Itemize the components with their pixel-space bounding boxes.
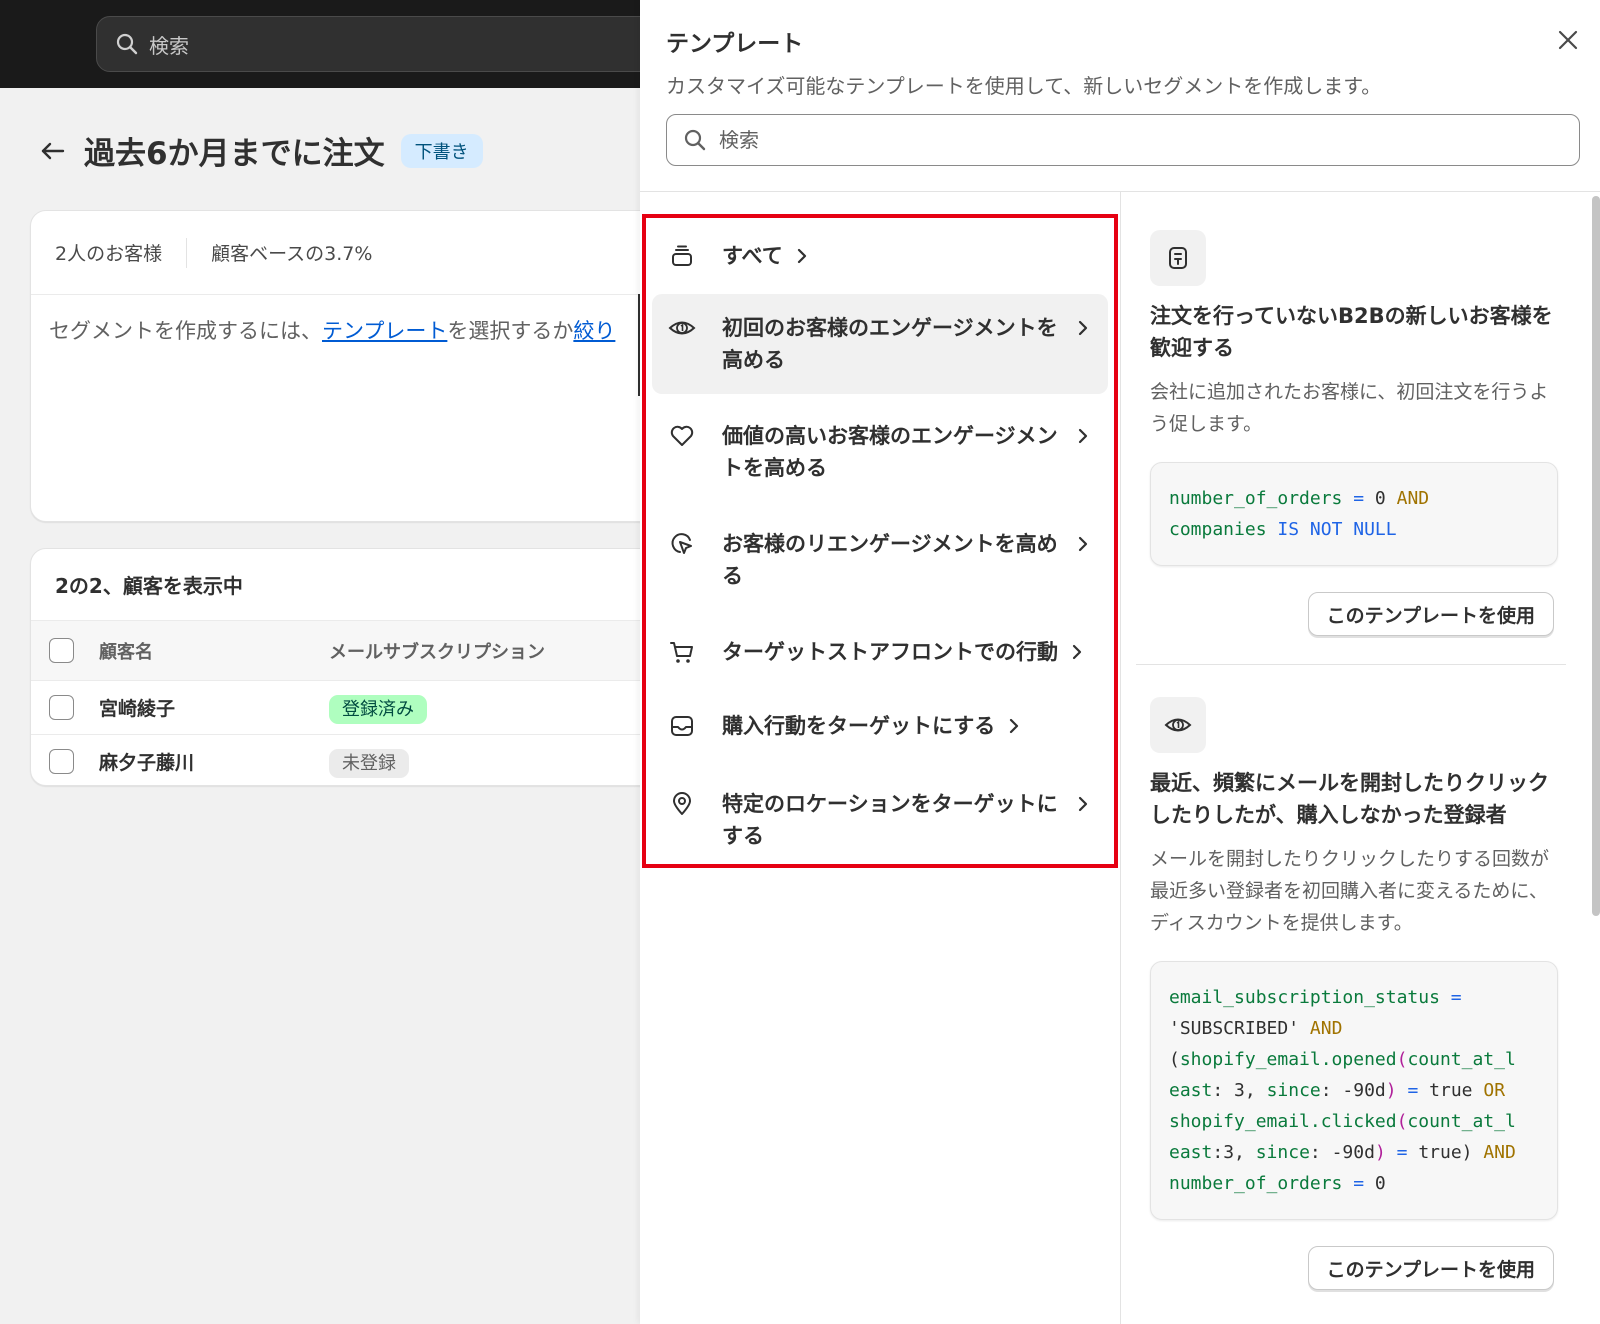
heart-icon — [670, 425, 694, 446]
template-search-field[interactable] — [666, 114, 1580, 166]
customer-name[interactable]: 宮崎綾子 — [99, 694, 175, 721]
status-badge: 下書き — [400, 133, 483, 168]
page-title: 過去6か月までに注文 — [84, 136, 385, 172]
category-label: 購入行動をターゲットにする — [722, 714, 996, 738]
subscription-badge: 未登録 — [329, 748, 409, 778]
use-template-button[interactable]: このテンプレートを使用 — [1307, 592, 1554, 636]
template-description: メールを開封したりクリックしたりする回数が最近多い登録者を初回購入者に変えるため… — [1150, 848, 1550, 934]
subscription-badge: 登録済み — [329, 694, 427, 724]
category-item-purchase-behavior[interactable]: 購入行動をターゲットにする — [652, 694, 1108, 764]
category-label: ターゲットストアフロントでの行動 — [722, 640, 1058, 664]
panel-header: テンプレート カスタマイズ可能なテンプレートを使用して、新しいセグメントを作成し… — [640, 0, 1600, 192]
template-link[interactable]: テンプレート — [322, 319, 447, 343]
location-pin-icon — [673, 792, 691, 815]
category-label: お客様のリエンゲージメントを高める — [722, 532, 1058, 588]
customer-name[interactable]: 麻夕子藤川 — [99, 748, 194, 775]
chevron-right-icon — [1078, 320, 1088, 336]
column-header-subscription[interactable]: メールサブスクリプション — [329, 638, 545, 664]
chevron-right-icon — [1078, 796, 1088, 812]
global-search-placeholder: 検索 — [149, 33, 189, 58]
customer-base-share: 顧客ベースの3.7% — [211, 243, 373, 265]
filter-link[interactable]: 絞り — [573, 319, 615, 343]
chevron-right-icon — [797, 248, 806, 264]
template-icon-box — [1150, 230, 1206, 286]
column-divider — [1120, 192, 1121, 1324]
segment-stats: 2人のお客様 顧客ベースの3.7% — [31, 211, 640, 295]
table-row[interactable]: 宮崎綾子 登録済み — [31, 681, 640, 735]
select-all-checkbox[interactable] — [49, 638, 74, 663]
row-checkbox[interactable] — [49, 749, 74, 774]
b2b-icon — [1169, 247, 1187, 269]
customer-list-heading: 2の2、顧客を表示中 — [31, 549, 640, 621]
template-card: 注文を行っていないB2Bの新しいお客様を歓迎する 会社に追加されたお客様に、初回… — [1136, 200, 1576, 636]
template-card: 最近、頻繁にメールを開封したりクリックしたりしたが、購入しなかった登録者 メール… — [1136, 697, 1576, 1290]
template-query: number_of_orders = 0 AND companies IS NO… — [1150, 462, 1558, 566]
top-bar: 検索 — [0, 0, 640, 88]
template-icon-box — [1150, 697, 1206, 753]
panel-title: テンプレート — [666, 31, 804, 57]
category-label: 価値の高いお客様のエンゲージメントを高める — [722, 424, 1058, 480]
stack-icon — [672, 245, 692, 266]
first-order-icon — [1164, 718, 1192, 732]
cart-icon — [670, 642, 693, 663]
category-label: 初回のお客様のエンゲージメントを高める — [722, 316, 1058, 372]
template-title: 注文を行っていないB2Bの新しいお客様を歓迎する — [1150, 304, 1553, 360]
template-description: 会社に追加されたお客様に、初回注文を行うよう促します。 — [1150, 381, 1549, 435]
category-label: 特定のロケーションをターゲットにする — [722, 792, 1058, 848]
chevron-right-icon — [1078, 428, 1088, 444]
table-row[interactable]: 麻夕子藤川 未登録 — [31, 735, 640, 785]
cursor-click-icon — [671, 533, 692, 554]
table-header-row: 顧客名 メールサブスクリプション — [31, 621, 640, 681]
template-divider — [1136, 664, 1566, 665]
chevron-right-icon — [1072, 644, 1082, 660]
category-item-location[interactable]: 特定のロケーションをターゲットにする — [652, 770, 1108, 860]
inbox-icon — [671, 716, 693, 736]
hint-middle: を選択するか — [447, 319, 574, 343]
chevron-right-icon — [1078, 536, 1088, 552]
category-item-first-customer[interactable]: 初回のお客様のエンゲージメントを高める — [652, 294, 1108, 394]
category-item-storefront[interactable]: ターゲットストアフロントでの行動 — [652, 618, 1108, 688]
segment-hint: セグメントを作成するには、テンプレートを選択するか絞り — [31, 295, 640, 365]
category-list: すべて 初回のお客様のエンゲージメントを高める 価値の高いお客様のエンゲージメン… — [642, 214, 1118, 868]
search-icon — [115, 32, 139, 56]
panel-subtitle: カスタマイズ可能なテンプレートを使用して、新しいセグメントを作成します。 — [666, 74, 1382, 98]
category-item-high-value[interactable]: 価値の高いお客様のエンゲージメントを高める — [652, 402, 1108, 502]
hint-prefix: セグメントを作成するには、 — [49, 319, 322, 343]
category-label: すべて — [722, 244, 783, 268]
template-title: 最近、頻繁にメールを開封したりクリックしたりしたが、購入しなかった登録者 — [1150, 771, 1549, 827]
customer-count: 2人のお客様 — [55, 243, 163, 265]
row-checkbox[interactable] — [49, 695, 74, 720]
category-item-reengagement[interactable]: お客様のリエンゲージメントを高める — [652, 510, 1108, 610]
template-search-input[interactable] — [719, 128, 1519, 152]
segment-summary-card: 2人のお客様 顧客ベースの3.7% セグメントを作成するには、テンプレートを選択… — [30, 210, 640, 522]
category-item-all[interactable]: すべて — [652, 226, 1108, 286]
background-page: 検索 過去6か月までに注文 下書き 2人のお客様 顧客ベースの3.7% セグメン… — [0, 0, 640, 1324]
column-header-name[interactable]: 顧客名 — [99, 638, 153, 664]
customer-list-card: 2の2、顧客を表示中 顧客名 メールサブスクリプション 宮崎綾子 登録済み 麻夕… — [30, 548, 640, 786]
template-list: 注文を行っていないB2Bの新しいお客様を歓迎する 会社に追加されたお客様に、初回… — [1136, 200, 1576, 1324]
panel-scrollbar[interactable] — [1592, 196, 1600, 916]
close-icon[interactable] — [1554, 26, 1582, 54]
use-template-button[interactable]: このテンプレートを使用 — [1307, 1246, 1554, 1290]
back-arrow-icon[interactable] — [38, 136, 68, 166]
page-header: 過去6か月までに注文 下書き — [38, 128, 483, 173]
first-order-icon — [668, 321, 696, 335]
chevron-right-icon — [1010, 718, 1019, 734]
global-search-field[interactable]: 検索 — [96, 16, 640, 72]
search-icon — [683, 128, 707, 152]
template-panel: テンプレート カスタマイズ可能なテンプレートを使用して、新しいセグメントを作成し… — [640, 0, 1600, 1324]
template-query: email_subscription_status = 'SUBSCRIBED'… — [1150, 961, 1558, 1220]
